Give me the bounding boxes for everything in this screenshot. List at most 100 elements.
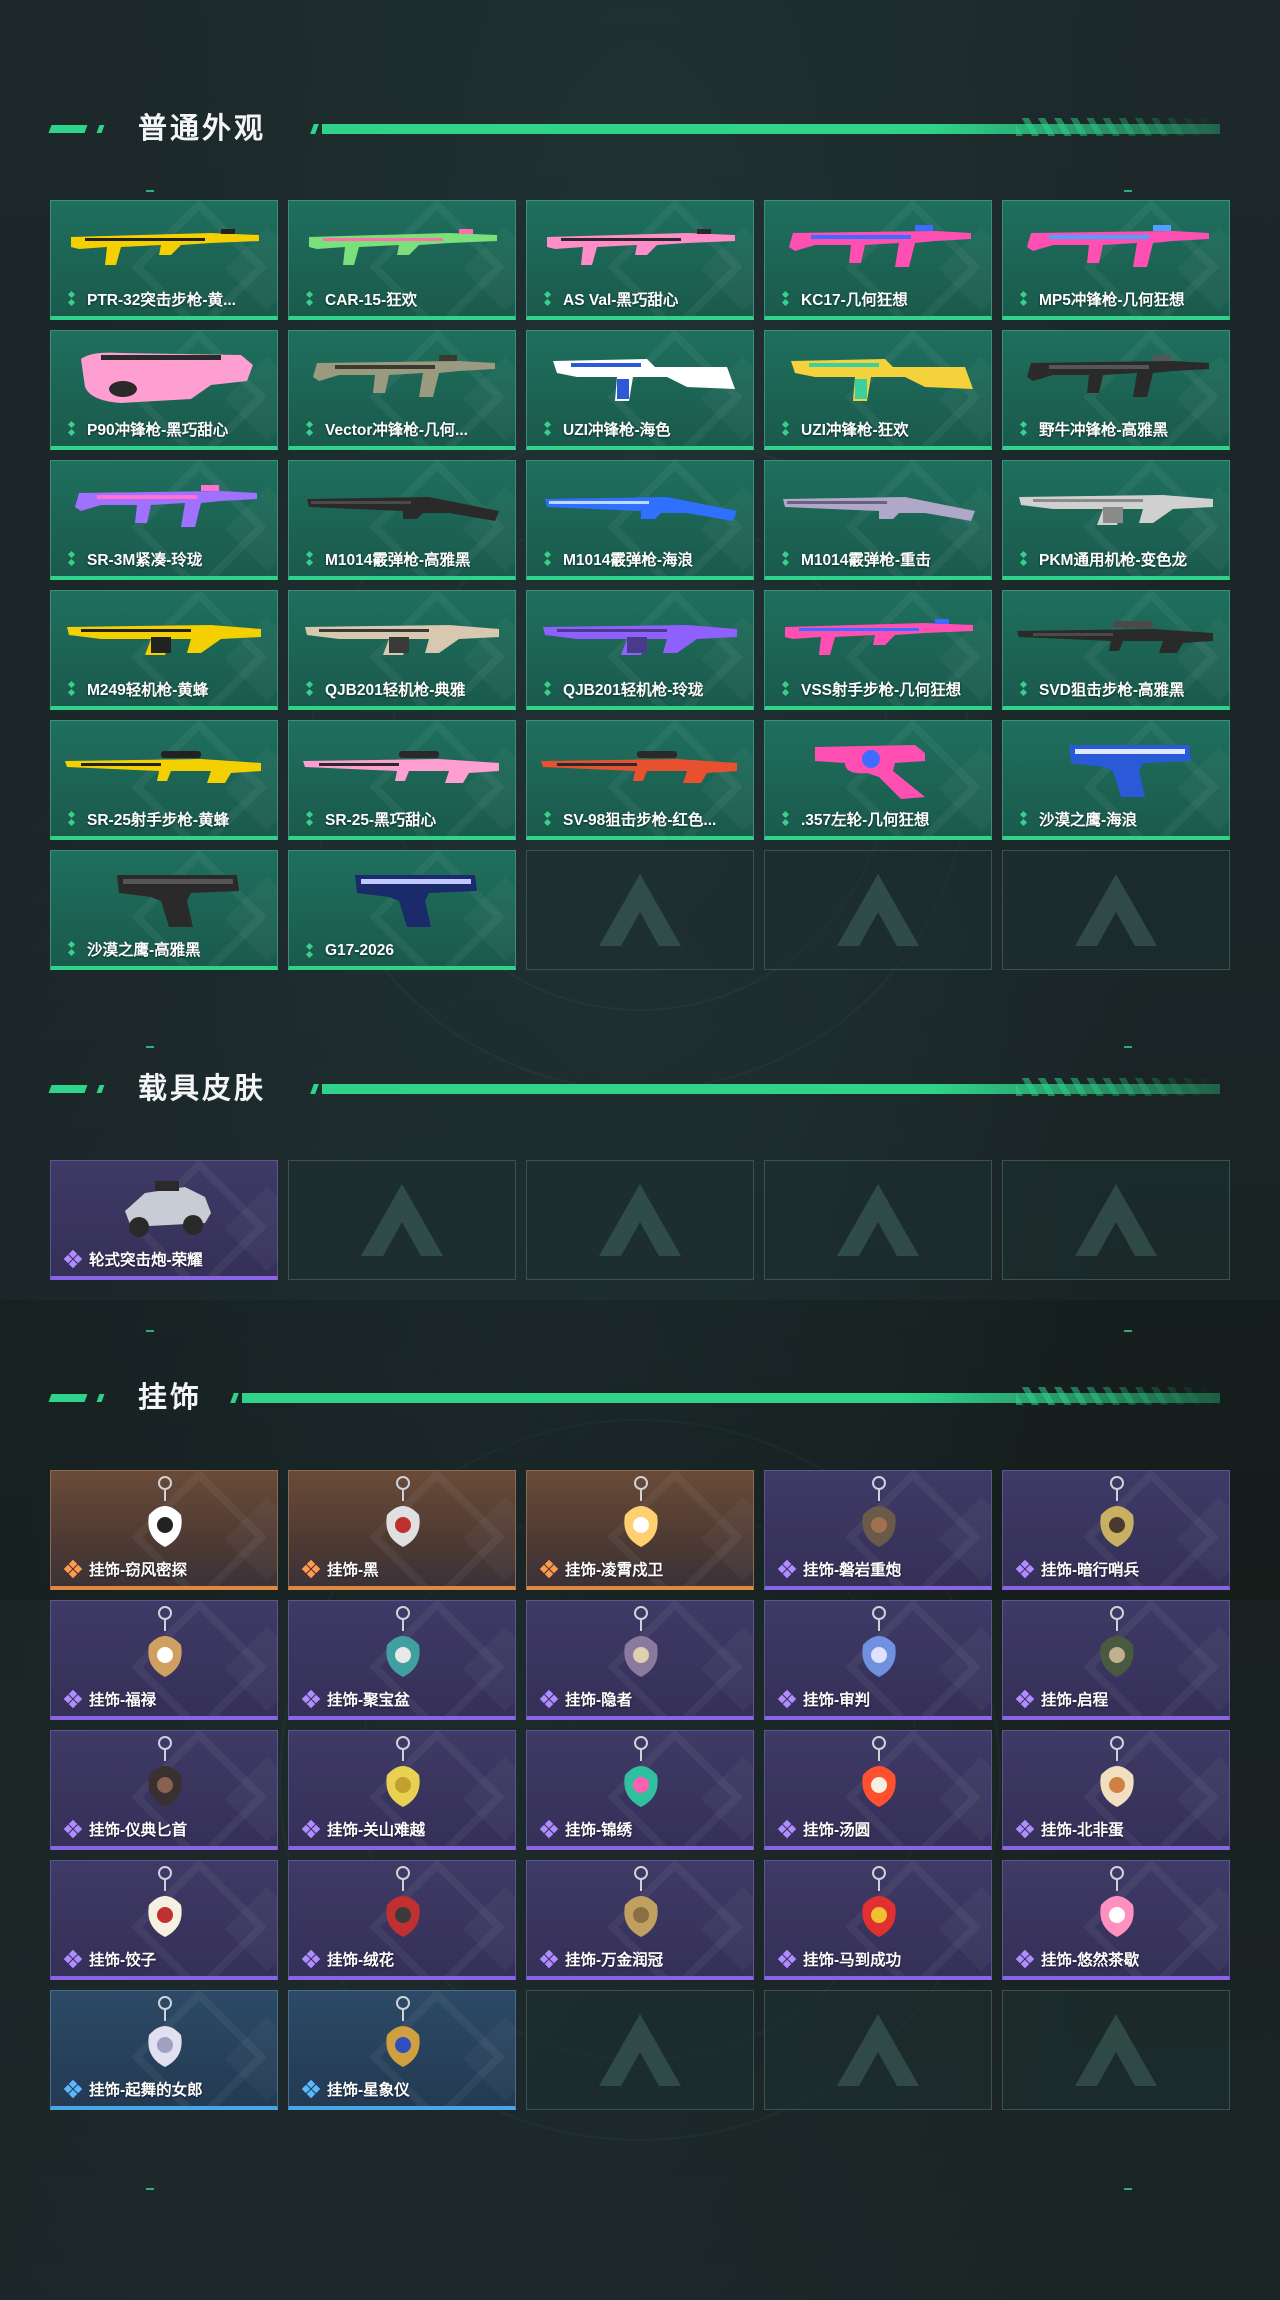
item-label: 挂饰-关山难越 <box>301 1818 425 1840</box>
charm-card[interactable]: 挂饰-仪典匕首 <box>50 1730 278 1850</box>
item-name: 挂饰-马到成功 <box>803 1952 902 1969</box>
charm-card[interactable]: 挂饰-悠然茶歇 <box>1002 1860 1230 1980</box>
weapon-skin-card[interactable]: SR-3M紧凑-玲珑 <box>50 460 278 580</box>
item-label: 挂饰-磐岩重炮 <box>777 1558 902 1580</box>
charm-card[interactable]: 挂饰-审判 <box>764 1600 992 1720</box>
shotgun-icon <box>783 497 975 521</box>
rarity-gem-icon <box>779 422 793 436</box>
rifle-icon <box>309 229 497 265</box>
weapon-skin-card[interactable]: G17-2026 <box>288 850 516 970</box>
weapon-skin-card[interactable]: M249轻机枪-黄蜂 <box>50 590 278 710</box>
item-name: 挂饰-聚宝盆 <box>327 1692 410 1709</box>
rarity-gem-icon <box>63 1819 83 1839</box>
item-name: 挂饰-窃风密探 <box>89 1562 188 1579</box>
weapon-skin-card[interactable]: 沙漠之鹰-海浪 <box>1002 720 1230 840</box>
weapon-skin-card[interactable]: .357左轮-几何狂想 <box>764 720 992 840</box>
weapon-skin-card[interactable]: 野牛冲锋枪-高雅黑 <box>1002 330 1230 450</box>
weapon-skin-card[interactable]: P90冲锋枪-黑巧甜心 <box>50 330 278 450</box>
item-name: M1014霰弹枪-海浪 <box>563 552 694 569</box>
empty-slot <box>1002 1160 1230 1280</box>
weapon-skin-card[interactable]: 沙漠之鹰-高雅黑 <box>50 850 278 970</box>
charm-card[interactable]: 挂饰-星象仪 <box>288 1990 516 2110</box>
charm-card[interactable]: 挂饰-汤圆 <box>764 1730 992 1850</box>
item-label: 挂饰-隐者 <box>539 1688 632 1710</box>
deco-tick <box>1124 1046 1132 1048</box>
item-name: 沙漠之鹰-高雅黑 <box>87 942 201 959</box>
charm-card[interactable]: 挂饰-锦绣 <box>526 1730 754 1850</box>
weapon-skin-card[interactable]: UZI冲锋枪-海色 <box>526 330 754 450</box>
item-name: M1014霰弹枪-重击 <box>801 552 932 569</box>
item-name: 挂饰-凌霄戍卫 <box>565 1562 664 1579</box>
weapon-skin-card[interactable]: SR-25射手步枪-黄蜂 <box>50 720 278 840</box>
rarity-gem-icon <box>777 1559 797 1579</box>
charm-card[interactable]: 挂饰-万金润冠 <box>526 1860 754 1980</box>
charm-card[interactable]: 挂饰-福禄 <box>50 1600 278 1720</box>
charm-card[interactable]: 挂饰-聚宝盆 <box>288 1600 516 1720</box>
item-name: 挂饰-磐岩重炮 <box>803 1562 902 1579</box>
charm-card[interactable]: 挂饰-饺子 <box>50 1860 278 1980</box>
weapon-skin-card[interactable]: AS Val-黑巧甜心 <box>526 200 754 320</box>
shotgun-icon <box>545 497 737 521</box>
charm-card[interactable]: 挂饰-窃风密探 <box>50 1470 278 1590</box>
charm-icon <box>386 1996 420 2067</box>
rarity-gem-icon <box>65 422 79 436</box>
rarity-gem-icon <box>539 1689 559 1709</box>
pistol-icon <box>1069 745 1191 797</box>
weapon-skin-card[interactable]: M1014霰弹枪-重击 <box>764 460 992 580</box>
weapon-skin-card[interactable]: MP5冲锋枪-几何狂想 <box>1002 200 1230 320</box>
item-name: PTR-32突击步枪-黄... <box>87 292 236 309</box>
weapon-skin-card[interactable]: QJB201轻机枪-玲珑 <box>526 590 754 710</box>
weapon-skin-card[interactable]: SR-25-黑巧甜心 <box>288 720 516 840</box>
charm-card[interactable]: 挂饰-启程 <box>1002 1600 1230 1720</box>
weapon-skin-card[interactable]: UZI冲锋枪-狂欢 <box>764 330 992 450</box>
charm-card[interactable]: 挂饰-马到成功 <box>764 1860 992 1980</box>
item-label: 挂饰-福禄 <box>63 1688 156 1710</box>
weapon-skin-card[interactable]: Vector冲锋枪-几何... <box>288 330 516 450</box>
game-logo-placeholder-icon <box>599 2014 681 2086</box>
sniper-icon <box>1017 621 1213 653</box>
weapon-skin-card[interactable]: M1014霰弹枪-海浪 <box>526 460 754 580</box>
item-label: 挂饰-起舞的女郎 <box>63 2078 203 2100</box>
charm-card[interactable]: 挂饰-磐岩重炮 <box>764 1470 992 1590</box>
item-label: VSS射手步枪-几何狂想 <box>779 678 961 700</box>
item-label: 沙漠之鹰-海浪 <box>1017 808 1137 830</box>
shotgun-icon <box>307 497 499 521</box>
rarity-gem-icon <box>1015 1559 1035 1579</box>
charm-card[interactable]: 挂饰-隐者 <box>526 1600 754 1720</box>
charm-icon <box>862 1606 896 1677</box>
charm-card[interactable]: 挂饰-凌霄戍卫 <box>526 1470 754 1590</box>
rarity-gem-icon <box>303 552 317 566</box>
rarity-gem-icon <box>65 942 79 956</box>
charm-card[interactable]: 挂饰-黑 <box>288 1470 516 1590</box>
vehicle-skin-card[interactable]: 轮式突击炮-荣耀 <box>50 1160 278 1280</box>
item-name: AS Val-黑巧甜心 <box>563 292 679 309</box>
item-name: Vector冲锋枪-几何... <box>325 422 468 439</box>
item-label: 挂饰-北非蛋 <box>1015 1818 1124 1840</box>
item-label: UZI冲锋枪-狂欢 <box>779 418 909 440</box>
weapon-skin-grid: PTR-32突击步枪-黄... CAR-15-狂欢 AS Val-黑巧甜心 KC17-… <box>50 200 1230 970</box>
header-accent <box>96 1085 105 1093</box>
weapon-skin-card[interactable]: VSS射手步枪-几何狂想 <box>764 590 992 710</box>
charm-icon <box>148 1866 182 1937</box>
weapon-skin-card[interactable]: M1014霰弹枪-高雅黑 <box>288 460 516 580</box>
charm-icon <box>1100 1606 1134 1677</box>
weapon-skin-card[interactable]: KC17-几何狂想 <box>764 200 992 320</box>
weapon-skin-card[interactable]: CAR-15-狂欢 <box>288 200 516 320</box>
item-name: CAR-15-狂欢 <box>325 292 418 309</box>
charm-card[interactable]: 挂饰-暗行哨兵 <box>1002 1470 1230 1590</box>
weapon-skin-card[interactable]: SV-98狙击步枪-红色... <box>526 720 754 840</box>
item-label: 挂饰-聚宝盆 <box>301 1688 410 1710</box>
charm-card[interactable]: 挂饰-关山难越 <box>288 1730 516 1850</box>
revolver-icon <box>815 745 925 799</box>
section-header-weapons: 普通外观 <box>48 110 1230 150</box>
item-label: 挂饰-绒花 <box>301 1948 394 1970</box>
charm-card[interactable]: 挂饰-北非蛋 <box>1002 1730 1230 1850</box>
charm-card[interactable]: 挂饰-起舞的女郎 <box>50 1990 278 2110</box>
weapon-skin-card[interactable]: SVD狙击步枪-高雅黑 <box>1002 590 1230 710</box>
charm-card[interactable]: 挂饰-绒花 <box>288 1860 516 1980</box>
weapon-skin-card[interactable]: QJB201轻机枪-典雅 <box>288 590 516 710</box>
weapon-skin-card[interactable]: PKM通用机枪-变色龙 <box>1002 460 1230 580</box>
uzi-icon <box>553 359 735 401</box>
smg-icon <box>313 355 495 397</box>
weapon-skin-card[interactable]: PTR-32突击步枪-黄... <box>50 200 278 320</box>
